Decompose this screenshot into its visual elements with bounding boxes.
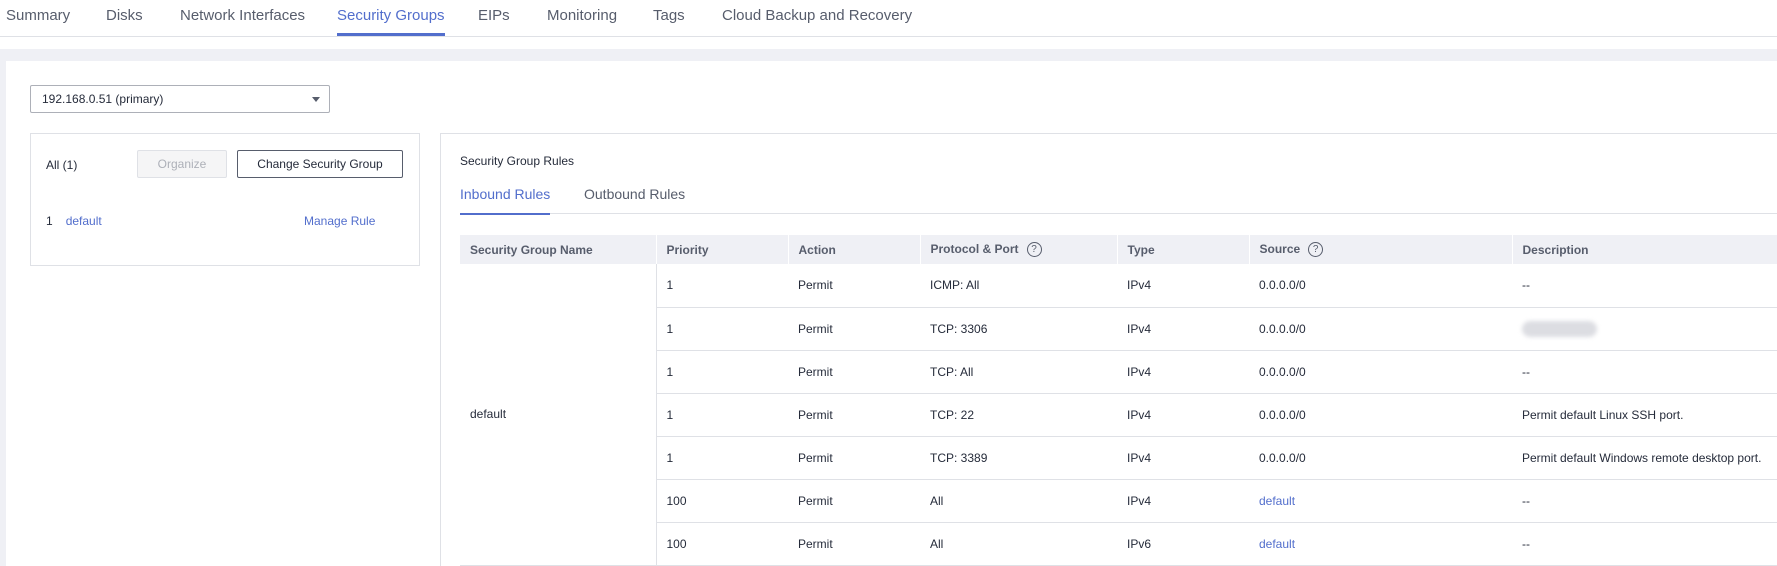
tab-cloud-backup-and-recovery[interactable]: Cloud Backup and Recovery <box>722 0 912 36</box>
organize-button[interactable]: Organize <box>137 150 227 178</box>
column-header-description: Description <box>1512 235 1777 264</box>
protocol-port-cell: TCP: 3306 <box>920 307 1117 351</box>
type-cell: IPv4 <box>1117 479 1249 523</box>
protocol-port-cell: All <box>920 522 1117 566</box>
rules-table: Security Group Name Priority Action Prot… <box>460 235 1777 566</box>
table-row: 1 Permit TCP: 3306 IPv4 0.0.0.0/0 <box>460 307 1777 351</box>
source-cell: 0.0.0.0/0 <box>1249 436 1512 480</box>
source-cell: default <box>1249 522 1512 566</box>
rules-title: Security Group Rules <box>460 154 575 168</box>
type-cell: IPv4 <box>1117 350 1249 394</box>
group-name-link[interactable]: default <box>66 214 102 228</box>
table-row: 100 Permit All IPv6 default -- <box>460 522 1777 566</box>
tab-monitoring[interactable]: Monitoring <box>547 0 617 36</box>
description-cell: Permit default Linux SSH port. <box>1512 393 1777 437</box>
table-row: 1 Permit TCP: All IPv4 0.0.0.0/0 -- <box>460 350 1777 394</box>
protocol-port-cell: TCP: All <box>920 350 1117 394</box>
protocol-port-cell: TCP: 22 <box>920 393 1117 437</box>
action-cell: Permit <box>788 436 920 480</box>
manage-rule-link[interactable]: Manage Rule <box>304 214 375 228</box>
chevron-down-icon <box>312 97 320 102</box>
type-cell: IPv4 <box>1117 436 1249 480</box>
source-cell: 0.0.0.0/0 <box>1249 350 1512 394</box>
column-header-security-group-name: Security Group Name <box>460 235 657 264</box>
column-header-priority: Priority <box>656 235 789 264</box>
top-tab-bar: Summary Disks Network Interfaces Securit… <box>0 0 1777 37</box>
redacted-description <box>1522 320 1597 337</box>
help-icon[interactable]: ? <box>1308 242 1324 258</box>
source-cell: 0.0.0.0/0 <box>1249 307 1512 351</box>
list-item: 1 default <box>46 214 102 228</box>
column-header-action: Action <box>788 235 921 264</box>
action-cell: Permit <box>788 307 920 351</box>
network-interface-select-value: 192.168.0.51 (primary) <box>42 92 164 106</box>
priority-cell: 1 <box>656 350 788 394</box>
description-cell <box>1512 307 1777 351</box>
type-cell: IPv4 <box>1117 393 1249 437</box>
column-header-source: Source? <box>1249 235 1513 264</box>
tab-tags[interactable]: Tags <box>653 0 685 36</box>
priority-cell: 1 <box>656 393 788 437</box>
tab-inbound-rules[interactable]: Inbound Rules <box>460 180 551 215</box>
tab-summary[interactable]: Summary <box>6 0 70 36</box>
source-cell: default <box>1249 479 1512 523</box>
type-cell: IPv6 <box>1117 522 1249 566</box>
description-cell: -- <box>1512 350 1777 394</box>
action-cell: Permit <box>788 479 920 523</box>
tab-disks[interactable]: Disks <box>106 0 143 36</box>
source-cell: 0.0.0.0/0 <box>1249 264 1512 308</box>
tab-outbound-rules[interactable]: Outbound Rules <box>584 180 685 214</box>
table-row: 100 Permit All IPv4 default -- <box>460 479 1777 523</box>
source-cell: 0.0.0.0/0 <box>1249 393 1512 437</box>
column-header-protocol-port: Protocol & Port? <box>920 235 1118 264</box>
priority-cell: 1 <box>656 307 788 351</box>
priority-cell: 100 <box>656 522 788 566</box>
help-icon[interactable]: ? <box>1026 242 1042 258</box>
security-group-name-cell: default <box>460 264 657 566</box>
description-cell: -- <box>1512 522 1777 566</box>
protocol-port-cell: TCP: 3389 <box>920 436 1117 480</box>
group-index: 1 <box>46 214 53 228</box>
security-group-list: All (1) Organize Change Security Group 1… <box>30 133 420 266</box>
action-cell: Permit <box>788 350 920 394</box>
priority-cell: 1 <box>656 264 788 308</box>
change-security-group-button[interactable]: Change Security Group <box>237 150 403 178</box>
table-row: default 1 Permit ICMP: All IPv4 0.0.0.0/0 -- <box>460 264 1777 566</box>
priority-cell: 100 <box>656 479 788 523</box>
action-cell: Permit <box>788 393 920 437</box>
description-cell: Permit default Windows remote desktop po… <box>1512 436 1777 480</box>
table-row: 1 Permit TCP: 3389 IPv4 0.0.0.0/0 Permit defa… <box>460 436 1777 480</box>
description-cell: -- <box>1512 264 1777 308</box>
table-row: 1 Permit TCP: 22 IPv4 0.0.0.0/0 Permit defaul… <box>460 393 1777 437</box>
rules-tab-bar: Inbound Rules Outbound Rules <box>460 180 1777 215</box>
tab-security-groups[interactable]: Security Groups <box>337 0 445 36</box>
tab-eips[interactable]: EIPs <box>478 0 510 36</box>
tab-network-interfaces[interactable]: Network Interfaces <box>180 0 305 36</box>
group-count-label: All (1) <box>46 158 78 172</box>
priority-cell: 1 <box>656 436 788 480</box>
protocol-port-cell: ICMP: All <box>920 264 1117 308</box>
network-interface-select[interactable]: 192.168.0.51 (primary) <box>30 85 330 113</box>
source-group-link[interactable]: default <box>1259 494 1295 508</box>
action-cell: Permit <box>788 522 920 566</box>
table-header-row: Security Group Name Priority Action Prot… <box>460 235 1777 264</box>
type-cell: IPv4 <box>1117 264 1249 308</box>
action-cell: Permit <box>788 264 920 308</box>
column-header-type: Type <box>1117 235 1250 264</box>
description-cell: -- <box>1512 479 1777 523</box>
type-cell: IPv4 <box>1117 307 1249 351</box>
protocol-port-cell: All <box>920 479 1117 523</box>
rules-table-body: default 1 Permit ICMP: All IPv4 0.0.0.0/0 -- 1 P… <box>460 264 1777 566</box>
source-group-link[interactable]: default <box>1259 537 1295 551</box>
